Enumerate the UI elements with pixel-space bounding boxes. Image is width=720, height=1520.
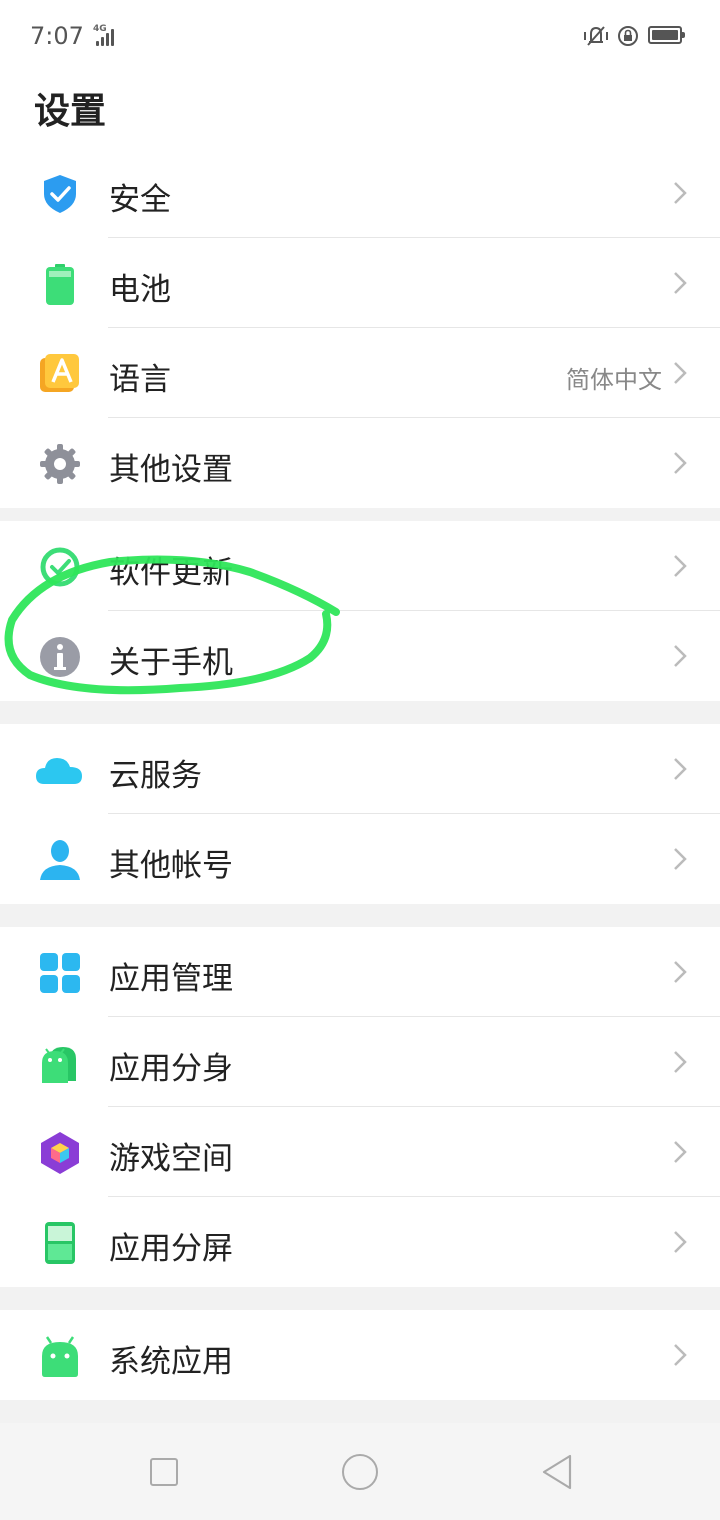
status-time: 7:07 — [30, 22, 84, 50]
rotation-lock-icon — [618, 26, 638, 46]
settings-item-label: 云服务 — [109, 758, 202, 794]
settings-item-label: 游戏空间 — [109, 1141, 233, 1177]
settings-group-accounts: 云服务 其他帐号 — [0, 724, 720, 904]
status-bar: 7:07 4G — [0, 0, 720, 72]
chevron-right-icon — [674, 1141, 687, 1163]
system-nav-bar — [0, 1423, 720, 1520]
settings-group-device: 安全 电池 语言 简体中文 其他设置 — [0, 148, 720, 508]
chevron-right-icon — [674, 362, 687, 384]
app-grid-icon — [40, 953, 80, 993]
settings-item-security[interactable]: 安全 — [0, 148, 720, 238]
chevron-right-icon — [674, 961, 687, 983]
battery-status-icon — [648, 26, 685, 44]
chevron-right-icon — [674, 758, 687, 780]
chevron-right-icon — [674, 272, 687, 294]
user-icon — [40, 840, 80, 880]
settings-item-label: 应用管理 — [109, 961, 233, 997]
android-icon — [42, 1336, 78, 1377]
settings-item-label: 应用分身 — [109, 1051, 233, 1087]
split-screen-icon — [45, 1222, 75, 1264]
home-button[interactable] — [342, 1454, 378, 1490]
info-icon — [40, 637, 80, 677]
page-title: 设置 — [34, 91, 107, 132]
game-cube-icon — [41, 1132, 79, 1174]
settings-group-system-apps: 系统应用 — [0, 1310, 720, 1400]
settings-item-about-phone[interactable]: 关于手机 — [0, 611, 720, 701]
signal-icon — [96, 28, 118, 46]
settings-item-app-clone[interactable]: 应用分身 — [0, 1017, 720, 1107]
chevron-right-icon — [674, 1051, 687, 1073]
settings-item-language[interactable]: 语言 简体中文 — [0, 328, 720, 418]
gear-icon — [40, 444, 80, 484]
chevron-right-icon — [674, 555, 687, 577]
settings-item-label: 语言 — [109, 362, 171, 398]
settings-item-label: 关于手机 — [109, 645, 233, 681]
chevron-right-icon — [674, 452, 687, 474]
settings-group-apps: 应用管理 应用分身 游戏空间 应用分屏 — [0, 927, 720, 1287]
settings-item-label: 电池 — [109, 272, 171, 308]
language-value: 简体中文 — [566, 366, 662, 394]
settings-item-label: 软件更新 — [109, 555, 233, 591]
settings-item-label: 其他帐号 — [109, 848, 233, 884]
shield-check-icon — [44, 175, 76, 213]
settings-item-label: 系统应用 — [109, 1344, 233, 1380]
settings-item-label: 安全 — [109, 182, 171, 218]
settings-item-software-update[interactable]: 软件更新 — [0, 521, 720, 611]
update-icon — [40, 547, 80, 587]
android-clone-icon — [42, 1047, 76, 1083]
language-icon — [40, 354, 79, 392]
chevron-right-icon — [674, 1344, 687, 1366]
settings-item-label: 应用分屏 — [109, 1231, 233, 1267]
chevron-right-icon — [674, 645, 687, 667]
settings-item-split-screen[interactable]: 应用分屏 — [0, 1197, 720, 1287]
battery-icon — [46, 264, 74, 305]
cloud-icon — [36, 758, 82, 784]
settings-item-other-settings[interactable]: 其他设置 — [0, 418, 720, 508]
settings-item-system-apps[interactable]: 系统应用 — [0, 1310, 720, 1400]
recent-apps-button[interactable] — [150, 1458, 178, 1486]
chevron-right-icon — [674, 848, 687, 870]
chevron-right-icon — [674, 182, 687, 204]
page-header: 设置 — [0, 72, 720, 149]
settings-item-app-management[interactable]: 应用管理 — [0, 927, 720, 1017]
chevron-right-icon — [674, 1231, 687, 1253]
back-button[interactable] — [540, 1453, 574, 1491]
settings-item-label: 其他设置 — [109, 452, 233, 488]
settings-group-system: 软件更新 关于手机 — [0, 521, 720, 701]
settings-item-battery[interactable]: 电池 — [0, 238, 720, 328]
settings-item-cloud-service[interactable]: 云服务 — [0, 724, 720, 814]
settings-item-other-accounts[interactable]: 其他帐号 — [0, 814, 720, 904]
settings-item-game-space[interactable]: 游戏空间 — [0, 1107, 720, 1197]
vibrate-icon — [584, 26, 608, 46]
